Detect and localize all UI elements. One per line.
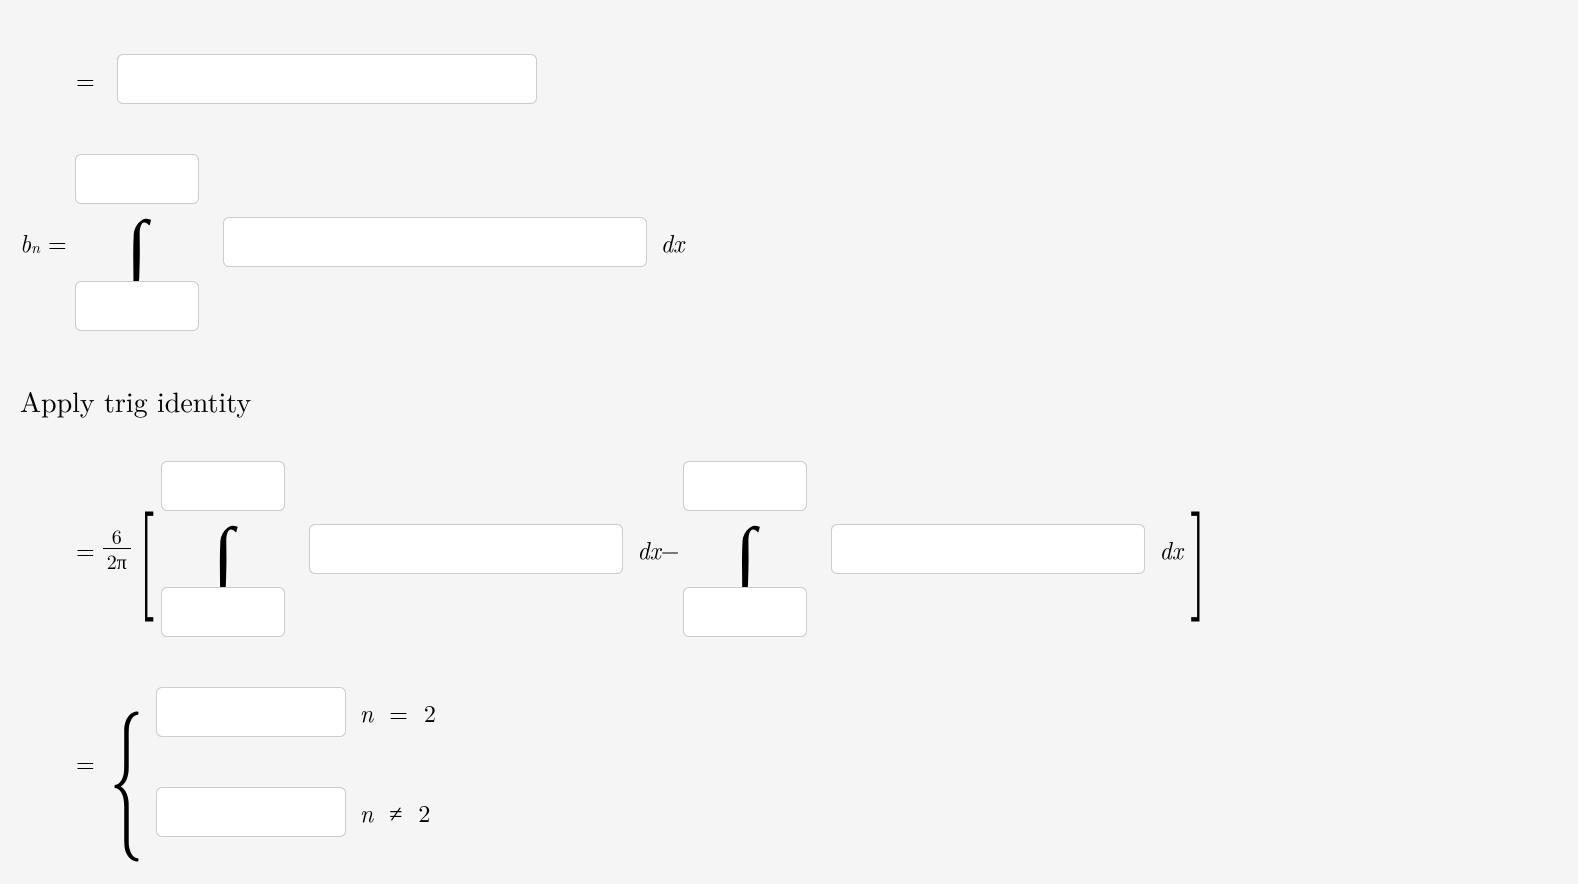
integrand-input[interactable]	[224, 218, 646, 266]
case-1-value-input[interactable]	[157, 688, 345, 736]
equals-sign: =	[40, 225, 75, 259]
case-2-cond-lhs: n	[360, 795, 374, 829]
brace-icon: {	[109, 706, 143, 819]
integral-sign-icon: ∫	[731, 517, 760, 582]
dx-text-2: dx	[1159, 532, 1182, 566]
minus-sign: −	[661, 532, 684, 566]
lower-limit-input[interactable]	[76, 282, 198, 330]
left-bracket-icon: [	[138, 502, 155, 596]
case-1-condition: n = 2	[360, 695, 436, 729]
case-row-2: n ≠ 2	[156, 787, 436, 837]
integral-with-limits: ∫	[75, 154, 199, 331]
integral-2-lower-blank[interactable]	[683, 587, 807, 637]
blank-answer-1-input[interactable]	[118, 55, 536, 103]
integral-1-with-limits: ∫	[161, 461, 285, 638]
equals-sign: =	[68, 532, 103, 566]
case-2-cond-rhs: 2	[418, 795, 430, 829]
line-4: = { n = 2 n ≠ 2	[20, 687, 1558, 837]
integrand-blank[interactable]	[223, 217, 647, 267]
case-2-value-input[interactable]	[157, 788, 345, 836]
coef-b: b	[20, 225, 31, 259]
fraction-6-over-2pi: 6 2π	[103, 526, 131, 571]
case-1-cond-lhs: n	[360, 695, 374, 729]
case-1-value-blank[interactable]	[156, 687, 346, 737]
case-2-value-blank[interactable]	[156, 787, 346, 837]
instruction-text: Apply trig identity	[20, 381, 1558, 421]
equals-sign: =	[68, 62, 103, 96]
case-1-cond-op: =	[381, 695, 416, 729]
blank-answer-1[interactable]	[117, 54, 537, 104]
case-2-cond-op: ≠	[381, 795, 410, 829]
piecewise-cases: n = 2 n ≠ 2	[156, 687, 436, 837]
coef-b-sub: n	[31, 235, 40, 258]
integral-1-lower-blank[interactable]	[161, 587, 285, 637]
dx-text-1: dx	[637, 532, 660, 566]
dx-text: dx	[661, 225, 684, 259]
integral-sign-icon: ∫	[122, 210, 151, 275]
integral-sign-icon: ∫	[209, 517, 238, 582]
line-3: = 6 2π [ ∫ dx − ∫	[20, 461, 1558, 638]
integral-2-lower-input[interactable]	[684, 588, 806, 636]
line-2: b n = ∫ dx	[20, 154, 1558, 331]
integrand-1-input[interactable]	[310, 525, 622, 573]
case-1-cond-rhs: 2	[424, 695, 436, 729]
lower-limit-blank[interactable]	[75, 281, 199, 331]
fraction-numerator: 6	[108, 526, 126, 548]
fraction-denominator: 2π	[103, 548, 131, 571]
integrand-1-blank[interactable]	[309, 524, 623, 574]
integrand-2-blank[interactable]	[831, 524, 1145, 574]
right-bracket-icon: ]	[1190, 502, 1207, 596]
case-2-condition: n ≠ 2	[360, 795, 431, 829]
equals-sign: =	[68, 745, 103, 779]
math-worksheet-page: = b n = ∫ dx Apply trig identity = 6	[0, 0, 1578, 884]
integrand-2-input[interactable]	[832, 525, 1144, 573]
line-1: =	[20, 54, 1558, 104]
case-row-1: n = 2	[156, 687, 436, 737]
integral-2-with-limits: ∫	[683, 461, 807, 638]
integral-1-lower-input[interactable]	[162, 588, 284, 636]
